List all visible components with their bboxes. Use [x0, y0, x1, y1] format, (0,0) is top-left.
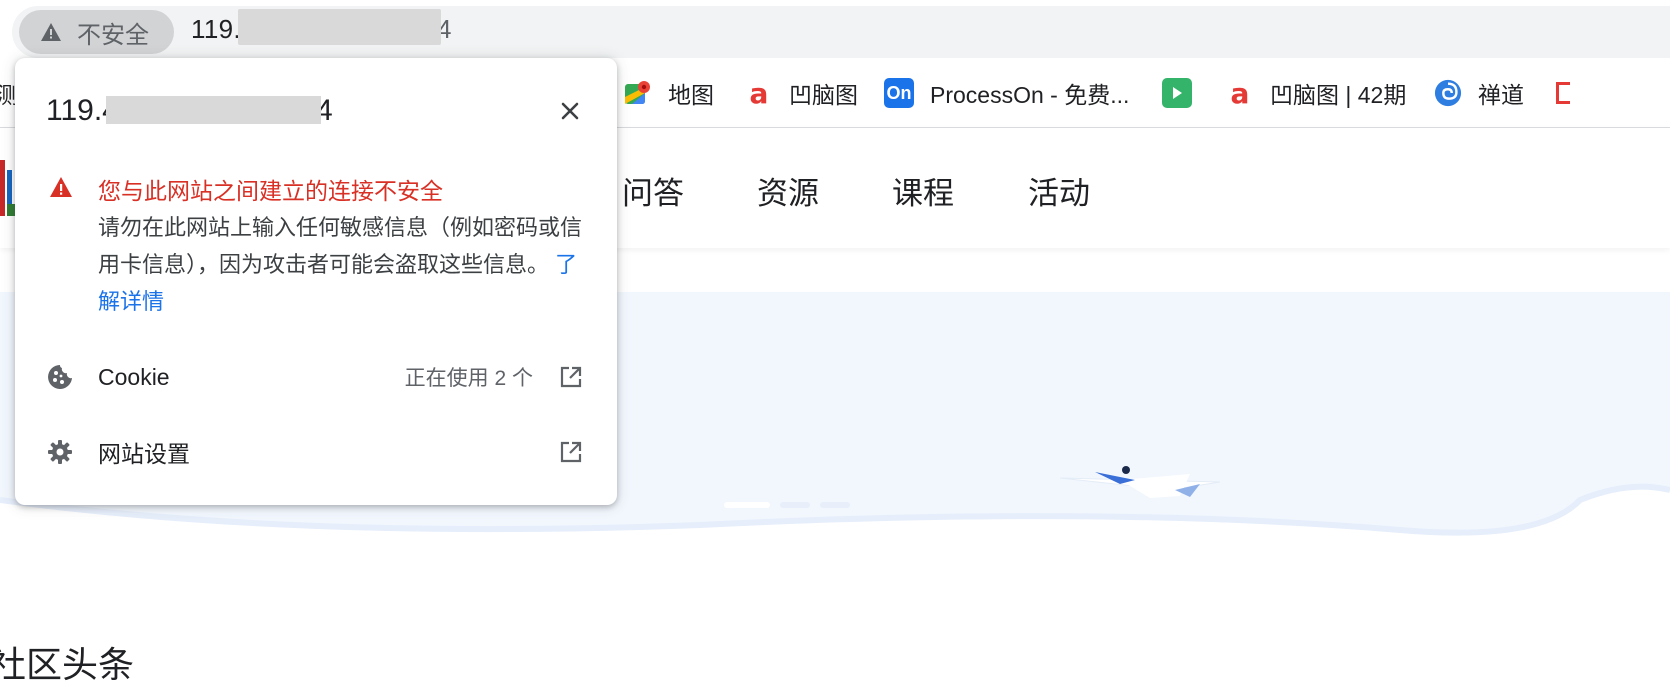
bookmark-overflow[interactable]	[1556, 76, 1570, 110]
security-label: 不安全	[77, 21, 149, 49]
section-title: 社区头条	[0, 644, 135, 685]
play-icon	[1162, 78, 1192, 108]
external-link-icon	[559, 365, 583, 389]
processon-icon: On	[884, 78, 914, 108]
aonaotu-icon: a	[749, 76, 769, 110]
bookmark-label: 凹脑图	[789, 82, 858, 108]
site-settings-row[interactable]: 网站设置	[15, 422, 617, 482]
url-text[interactable]: 119. 4	[191, 14, 451, 45]
bookmark-play[interactable]	[1162, 76, 1208, 110]
bookmark-aonaotu-42[interactable]: a 凹脑图 | 42期	[1226, 76, 1407, 110]
bookmark-maps[interactable]: 地图	[624, 76, 714, 110]
bookmark-label: 地图	[668, 82, 714, 108]
warning-body: 请勿在此网站上输入任何敏感信息（例如密码或信用卡信息），因为攻击者可能会盗取这些…	[98, 209, 588, 320]
site-info-popup: 119.4 4 您与此网站之间建立的连接不安全 请勿在此网站上输入任何敏感信息（…	[15, 58, 617, 505]
cookie-count: 正在使用 2 个	[404, 367, 533, 390]
danger-warning-icon	[49, 176, 73, 198]
bookmark-label: ProcessOn - 免费...	[930, 82, 1130, 108]
address-bar-container: 不安全 119. 4	[0, 0, 1670, 60]
redacted-host-mask	[106, 96, 321, 124]
bookmark-overflow-icon	[1556, 82, 1570, 104]
site-logo-fragment	[0, 160, 16, 216]
carousel-dot-active[interactable]	[724, 502, 770, 508]
bookmark-zentao[interactable]: 禅道	[1434, 76, 1524, 110]
aonaotu-icon: a	[1230, 76, 1250, 110]
zentao-icon	[1434, 79, 1462, 107]
bookmark-label: 凹脑图 | 42期	[1270, 82, 1407, 108]
site-settings-label: 网站设置	[98, 441, 190, 467]
close-icon	[560, 101, 580, 126]
paper-plane-illustration	[1060, 466, 1221, 498]
bookmark-aonaotu[interactable]: a 凹脑图	[745, 76, 858, 110]
bookmark-processon[interactable]: On ProcessOn - 免费...	[884, 76, 1129, 110]
google-maps-icon	[624, 79, 652, 107]
cookie-row[interactable]: Cookie 正在使用 2 个	[15, 347, 617, 407]
warning-title: 您与此网站之间建立的连接不安全	[98, 178, 443, 204]
nav-item-qa[interactable]: 问答	[622, 168, 684, 213]
security-indicator-chip[interactable]: 不安全	[19, 10, 174, 54]
cookie-icon	[47, 364, 73, 390]
url-prefix: 119.	[191, 14, 241, 44]
nav-item-courses[interactable]: 课程	[892, 168, 954, 213]
nav-item-resources[interactable]: 资源	[757, 168, 819, 213]
bookmark-label: 禅道	[1478, 82, 1524, 108]
carousel-dot[interactable]	[780, 502, 810, 508]
external-link-icon	[559, 440, 583, 464]
gear-icon	[47, 439, 73, 465]
close-button[interactable]	[555, 98, 585, 128]
cookie-label: Cookie	[98, 363, 170, 390]
nav-item-events[interactable]: 活动	[1028, 168, 1090, 213]
carousel-dot[interactable]	[820, 502, 850, 508]
redacted-url-mask	[238, 9, 441, 45]
warning-icon	[39, 21, 63, 43]
warning-body-text: 请勿在此网站上输入任何敏感信息（例如密码或信用卡信息），因为攻击者可能会盗取这些…	[98, 215, 583, 277]
